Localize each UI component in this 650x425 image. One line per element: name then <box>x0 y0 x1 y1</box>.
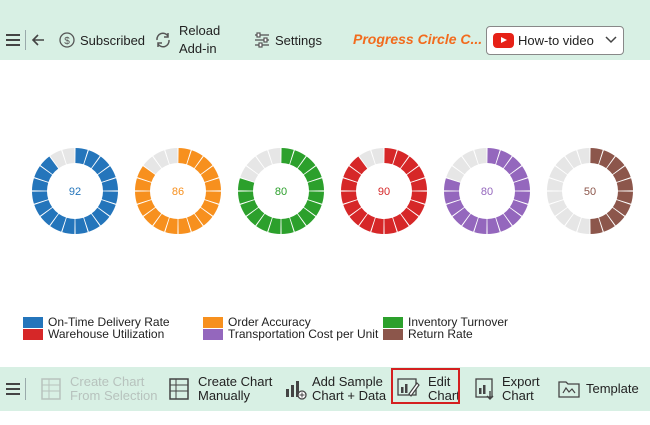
youtube-icon <box>493 33 514 48</box>
create-manual-label-2: Manually <box>198 388 251 403</box>
subscribed-label: Subscribed <box>80 33 146 48</box>
divider <box>25 30 26 50</box>
export-chart-button[interactable]: Export Chart <box>474 373 546 405</box>
reload-label-line2: Add-in <box>179 41 217 56</box>
reload-addin-button[interactable]: Reload Add-in <box>154 23 224 57</box>
reload-label-line1: Reload <box>179 23 221 38</box>
add-sample-label-2: Chart + Data <box>312 388 387 403</box>
sliders-icon <box>255 32 269 48</box>
back-arrow-icon[interactable] <box>30 32 46 48</box>
create-chart-manually-button[interactable]: Create Chart Manually <box>168 373 273 405</box>
progress-value-label: 86 <box>172 186 184 198</box>
legend-swatch <box>383 317 403 328</box>
legend-label: Return Rate <box>408 327 473 341</box>
create-manual-label-1: Create Chart <box>198 374 273 389</box>
progress-value-label: 80 <box>275 186 287 198</box>
howto-video-dropdown[interactable]: How-to video <box>486 26 624 55</box>
top-toolbar: $ Subscribed Reload Add-in Settings Prog… <box>0 0 650 60</box>
chevron-down-icon <box>605 36 617 44</box>
export-chart-icon <box>475 378 494 400</box>
progress-circle: 50 <box>547 148 633 234</box>
progress-circle: 80 <box>238 148 324 234</box>
progress-value-label: 90 <box>378 186 390 198</box>
dollar-icon: $ <box>59 32 75 48</box>
app-title: Progress Circle C... <box>353 31 483 47</box>
create-chart-from-selection-button: Create Chart From Selection <box>40 373 158 405</box>
howto-label: How-to video <box>518 33 594 48</box>
progress-circle: 90 <box>341 148 427 234</box>
reload-icon <box>156 32 170 48</box>
legend-label: Warehouse Utilization <box>48 327 165 341</box>
legend-swatch <box>203 329 223 340</box>
legend-swatch <box>23 329 43 340</box>
progress-circle: 80 <box>444 148 530 234</box>
progress-value-label: 50 <box>584 186 596 198</box>
progress-circle: 86 <box>135 148 221 234</box>
create-selection-label-2: From Selection <box>70 388 158 403</box>
menu-icon[interactable] <box>6 380 20 398</box>
subscribed-button[interactable]: $ Subscribed <box>59 31 146 51</box>
svg-text:$: $ <box>64 36 70 47</box>
legend-swatch <box>203 317 223 328</box>
edit-chart-highlight <box>391 368 460 404</box>
template-label: Template <box>586 381 639 396</box>
menu-icon[interactable] <box>6 31 20 49</box>
legend-swatch <box>383 329 403 340</box>
add-sample-label-1: Add Sample <box>312 374 383 389</box>
sample-chart-icon <box>286 381 307 400</box>
legend-swatch <box>23 317 43 328</box>
progress-value-label: 80 <box>481 186 493 198</box>
add-sample-chart-button[interactable]: Add Sample Chart + Data <box>283 373 387 405</box>
progress-circle: 92 <box>32 148 118 234</box>
table-icon <box>169 378 189 400</box>
progress-value-label: 92 <box>69 186 81 198</box>
export-label-2: Chart <box>502 388 534 403</box>
template-button[interactable]: Template <box>557 373 641 405</box>
divider <box>25 378 26 400</box>
export-label-1: Export <box>502 374 540 389</box>
bottom-toolbar: Create Chart From Selection Create Chart… <box>0 367 650 411</box>
settings-label: Settings <box>275 33 322 48</box>
create-selection-label-1: Create Chart <box>70 374 145 389</box>
spreadsheet-icon <box>41 378 61 400</box>
legend-label: Transportation Cost per Unit <box>228 327 379 341</box>
settings-button[interactable]: Settings <box>253 31 328 51</box>
template-folder-icon <box>558 381 580 398</box>
